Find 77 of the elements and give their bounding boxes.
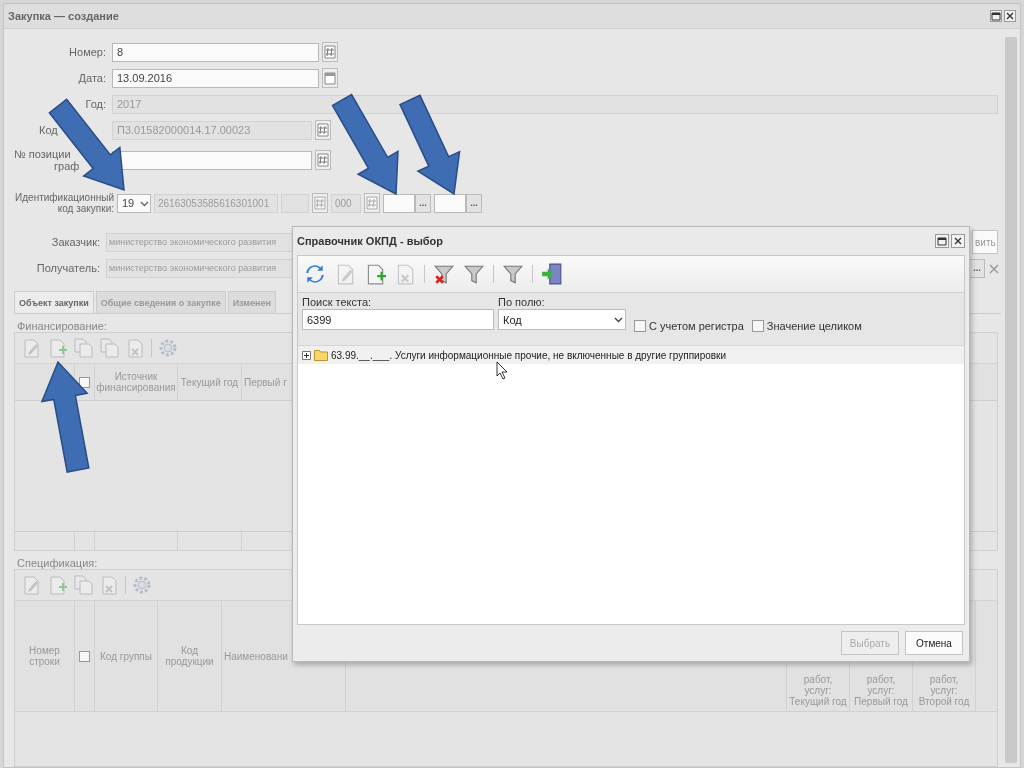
caret-icon	[614, 315, 623, 324]
position-field[interactable]	[112, 150, 312, 170]
lookup-button[interactable]: ...	[466, 193, 482, 213]
numbering-button[interactable]	[315, 150, 331, 170]
field-label: Дата:	[78, 72, 106, 84]
vertical-scrollbar[interactable]	[1005, 37, 1017, 763]
select-all-checkbox[interactable]	[79, 376, 90, 388]
filter-icon[interactable]	[463, 263, 485, 285]
field-label: По полю:	[498, 296, 546, 309]
option-checkbox[interactable]	[751, 319, 764, 332]
column-header: Первый г	[244, 376, 287, 388]
field-dropdown[interactable]: Код	[498, 309, 626, 330]
window-title: Закупка — создание	[8, 10, 120, 22]
column-header: Текущий год	[180, 376, 239, 388]
checkbox-label: С учетом регистра	[649, 319, 744, 332]
column-header: Номер строки	[28, 645, 61, 667]
folder-icon	[314, 349, 328, 361]
delete-document-icon[interactable]	[99, 575, 119, 595]
maximize-button[interactable]	[935, 234, 949, 248]
add-document-icon[interactable]	[47, 575, 67, 595]
refresh-icon[interactable]	[304, 263, 326, 285]
column-header: работ, услуг: Текущий год	[789, 674, 847, 707]
numbering-button[interactable]	[312, 193, 328, 213]
year-dropdown[interactable]: 19	[117, 193, 151, 213]
field-label: Заказчик:	[51, 236, 100, 248]
column-header: работ, услуг: Второй год	[917, 674, 971, 707]
maximize-button[interactable]	[990, 10, 1002, 22]
edit-icon[interactable]	[21, 338, 41, 358]
calendar-button[interactable]	[322, 68, 338, 88]
copy-icon[interactable]	[73, 575, 93, 595]
filter-clear-icon[interactable]	[433, 263, 455, 285]
exit-door-icon[interactable]	[541, 263, 563, 285]
column-header: работ, услуг: Первый год	[853, 674, 909, 707]
field-label: Год:	[85, 98, 106, 110]
field-label: Получатель:	[36, 262, 100, 274]
field-label: граф	[53, 160, 80, 172]
field-label: Идентификационный код закупки:	[15, 192, 114, 214]
section-title: Спецификация:	[17, 557, 98, 569]
filter-icon[interactable]	[502, 263, 524, 285]
section-title: Финансирование:	[17, 320, 107, 332]
field-label: Код	[39, 124, 58, 136]
expand-icon[interactable]	[302, 350, 311, 360]
field-label: Поиск текста:	[302, 296, 373, 309]
number-field[interactable]: 8	[112, 42, 319, 62]
add-document-icon[interactable]	[47, 338, 67, 358]
lookup-field[interactable]	[434, 193, 466, 213]
field-label: № позиции	[14, 148, 71, 160]
close-button[interactable]	[1004, 10, 1016, 22]
tab[interactable]: Объект закупки	[14, 291, 94, 313]
copy-icon[interactable]	[73, 338, 93, 358]
lookup-field[interactable]	[383, 193, 415, 213]
dialog-title: Справочник ОКПД - выбор	[297, 235, 445, 247]
column-header: Наименовани	[224, 650, 288, 662]
cancel-button[interactable]: Отмена	[905, 631, 963, 655]
tree-item-label: 63.99.__.___. Услуги информационные прочие, не включенные в другие группировки	[331, 349, 727, 361]
column-header: Источник финансирования	[96, 371, 176, 393]
date-field[interactable]: 13.09.2016	[112, 68, 319, 88]
search-field[interactable]: 6399	[302, 309, 494, 330]
column-header: Код группы	[100, 650, 152, 662]
numbering-button[interactable]	[315, 120, 331, 140]
checkbox-label: Значение целиком	[766, 319, 862, 332]
settings-icon[interactable]	[158, 338, 178, 358]
mouse-cursor	[496, 361, 508, 380]
numbering-button[interactable]	[322, 42, 338, 62]
copy-icon[interactable]	[99, 338, 119, 358]
lookup-button[interactable]: ...	[415, 193, 431, 213]
field-label: Номер:	[69, 46, 106, 58]
add-button[interactable]: вить	[972, 230, 998, 254]
delete-document-icon[interactable]	[125, 338, 145, 358]
numbering-button[interactable]	[364, 193, 380, 213]
close-button[interactable]	[951, 234, 965, 248]
edit-icon[interactable]	[21, 575, 41, 595]
tree-row[interactable]: 63.99.__.___. Услуги информационные прочие, не включенные в другие группировки	[298, 346, 964, 364]
option-checkbox[interactable]	[634, 319, 646, 332]
select-all-checkbox[interactable]	[79, 650, 90, 662]
column-header: Код продукции	[164, 645, 215, 667]
settings-icon[interactable]	[132, 575, 152, 595]
